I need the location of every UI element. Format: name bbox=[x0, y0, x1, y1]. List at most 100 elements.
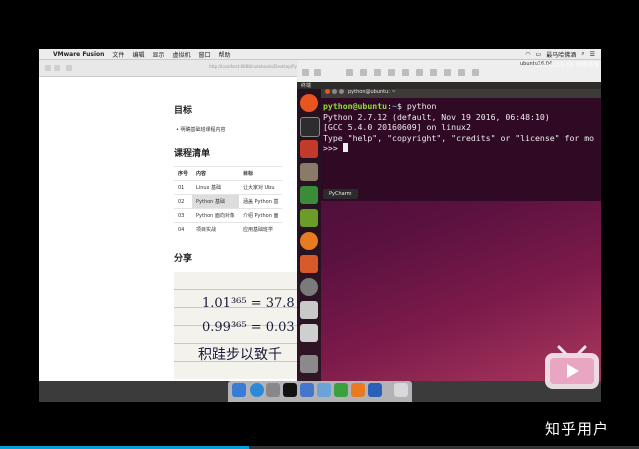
bili-small-watermark: ubuntu16.04 哔哩哔哩 bbox=[535, 62, 600, 69]
table-cell: 应用基础班学 bbox=[238, 222, 283, 236]
table-cell: 介绍 Python 面 bbox=[238, 208, 283, 223]
table-header: 内容 bbox=[192, 166, 239, 181]
network-icon[interactable] bbox=[444, 69, 451, 76]
settings-icon[interactable] bbox=[314, 69, 321, 76]
goal-bullet: • 明确基础班课程内容 bbox=[176, 127, 226, 133]
camera-icon[interactable] bbox=[458, 69, 465, 76]
hand-line-1: 1.01³⁶⁵ = 37.8 bbox=[202, 296, 295, 311]
share-icon[interactable] bbox=[388, 69, 395, 76]
dvd-icon[interactable] bbox=[300, 324, 318, 342]
handwritten-note-image: 1.01³⁶⁵ = 37.8 0.99³⁶⁵ = 0.03 积跬步以致千 bbox=[174, 272, 297, 379]
menu-item-help[interactable]: 帮助 bbox=[219, 50, 231, 59]
software-center-icon[interactable] bbox=[300, 255, 318, 273]
maximize-icon[interactable] bbox=[339, 89, 344, 94]
goal-heading: 目标 bbox=[174, 106, 193, 116]
installer-icon[interactable] bbox=[300, 209, 318, 227]
terminal-line: python@ubuntu:~$ python bbox=[323, 101, 437, 111]
unity-icon[interactable] bbox=[374, 69, 381, 76]
terminal-output: python@ubuntu:~$ python Python 2.7.12 (d… bbox=[323, 101, 594, 154]
hand-line-3: 积跬步以致千 bbox=[198, 347, 282, 363]
search-icon[interactable]: ⌕ bbox=[581, 50, 584, 58]
terminal-line: [GCC 5.4.0 20160609] on linux2 bbox=[323, 122, 471, 132]
ubuntu-dash-icon[interactable] bbox=[300, 94, 318, 112]
disk-icon[interactable] bbox=[472, 69, 479, 76]
table-header: 序号 bbox=[174, 166, 193, 181]
prompt-user: python@ubuntu bbox=[323, 101, 388, 111]
vlc-icon[interactable] bbox=[351, 383, 365, 397]
firefox-icon[interactable] bbox=[300, 232, 318, 250]
video-watermark: 知乎用户 bbox=[545, 420, 610, 438]
list-icon[interactable]: ☰ bbox=[590, 51, 595, 58]
text-cursor bbox=[342, 143, 348, 152]
snapshot-icon[interactable] bbox=[346, 69, 353, 76]
workspace-icon[interactable] bbox=[300, 301, 318, 319]
game-icon[interactable] bbox=[334, 383, 348, 397]
terminal-titlebar: python@ubuntu: ~ bbox=[321, 89, 601, 98]
finder-icon[interactable] bbox=[232, 383, 246, 397]
course-heading: 课程清单 bbox=[174, 149, 211, 159]
launcher-tooltip: PyCharm bbox=[323, 189, 358, 199]
active-app-label: 终端 bbox=[301, 83, 312, 89]
browser-toolbar: http://localhost:8888/notebooks/Desktop/… bbox=[39, 60, 310, 77]
fullscreen-icon[interactable] bbox=[360, 69, 367, 76]
hand-line-2: 0.99³⁶⁵ = 0.03 bbox=[202, 320, 295, 335]
mac-menu-bar: VMware Fusion 文件 编辑 显示 虚拟机 窗口 帮助 ◠ ▭ 最马哈… bbox=[39, 49, 601, 60]
menu-item-edit[interactable]: 编辑 bbox=[132, 50, 144, 59]
table-header: 目标 bbox=[238, 166, 283, 181]
pause-icon[interactable] bbox=[302, 69, 309, 76]
table-row: 01 Linux 基础 让大家对 Ubu bbox=[174, 180, 283, 195]
menu-item-window[interactable]: 窗口 bbox=[198, 50, 210, 59]
python-prompt: >>> bbox=[323, 143, 343, 153]
menu-item-vm[interactable]: 虚拟机 bbox=[172, 50, 190, 59]
trash-icon[interactable] bbox=[300, 355, 318, 373]
menu-item-file[interactable]: 文件 bbox=[112, 50, 124, 59]
sublime-icon[interactable] bbox=[300, 140, 318, 158]
prompt-command: $ python bbox=[396, 101, 437, 111]
table-cell: 让大家对 Ubu bbox=[238, 180, 283, 195]
table-cell: Linux 基础 bbox=[192, 180, 239, 195]
pycharm-dock-icon[interactable] bbox=[368, 383, 382, 397]
files-icon[interactable] bbox=[300, 163, 318, 181]
printer-icon[interactable] bbox=[430, 69, 437, 76]
forward-icon[interactable] bbox=[54, 65, 60, 71]
ubuntu-top-panel: 终端 bbox=[297, 82, 601, 89]
terminal-title: python@ubuntu: ~ bbox=[348, 89, 396, 95]
menu-item-view[interactable]: 显示 bbox=[152, 50, 164, 59]
pycharm-icon[interactable] bbox=[300, 186, 318, 204]
launchpad-icon[interactable] bbox=[266, 383, 280, 397]
safari-icon[interactable] bbox=[250, 383, 264, 397]
course-table: 序号 内容 目标 01 Linux 基础 让大家对 Ubu 02 Python … bbox=[174, 166, 283, 236]
menu-app-name[interactable]: VMware Fusion bbox=[53, 51, 104, 58]
table-cell: 03 bbox=[174, 208, 193, 223]
terminal-line: Python 2.7.12 (default, Nov 19 2016, 06:… bbox=[323, 111, 550, 122]
battery-icon[interactable]: ▭ bbox=[536, 51, 542, 58]
table-header-row: 序号 内容 目标 bbox=[174, 166, 283, 181]
table-cell: 02 bbox=[174, 194, 193, 209]
vmware-icon[interactable] bbox=[300, 383, 314, 397]
usb-icon[interactable] bbox=[402, 69, 409, 76]
mac-terminal-icon[interactable] bbox=[283, 383, 297, 397]
sidebar-icon[interactable] bbox=[66, 65, 72, 71]
audio-icon[interactable] bbox=[416, 69, 423, 76]
table-row: 03 Python 面向对象 介绍 Python 面 bbox=[174, 208, 283, 223]
system-settings-icon[interactable] bbox=[300, 278, 318, 296]
terminal-icon[interactable] bbox=[300, 117, 320, 137]
preview-icon[interactable] bbox=[317, 383, 331, 397]
bilibili-tv-icon bbox=[545, 345, 599, 389]
table-cell: 01 bbox=[174, 180, 193, 195]
back-icon[interactable] bbox=[45, 65, 51, 71]
table-row: 04 项目实战 应用基础班学 bbox=[174, 222, 283, 236]
minimize-icon[interactable] bbox=[332, 89, 337, 94]
menu-right-text[interactable]: 最马哈佛酒 bbox=[546, 50, 576, 59]
close-icon[interactable] bbox=[325, 89, 330, 94]
table-cell: 涵盖 Python 基 bbox=[238, 194, 283, 209]
table-row: 02 Python 基础 涵盖 Python 基 bbox=[174, 194, 283, 209]
table-cell: 项目实战 bbox=[192, 222, 239, 236]
share-heading: 分享 bbox=[174, 254, 193, 264]
address-bar[interactable]: http://localhost:8888/notebooks/Desktop/… bbox=[209, 64, 310, 69]
wifi-icon[interactable]: ◠ bbox=[525, 51, 530, 58]
mac-trash-icon[interactable] bbox=[394, 383, 408, 397]
table-cell: Python 基础 bbox=[192, 194, 239, 209]
terminal-line: >>> bbox=[323, 143, 348, 153]
terminal-line: Type "help", "copyright", "credits" or "… bbox=[323, 132, 595, 143]
